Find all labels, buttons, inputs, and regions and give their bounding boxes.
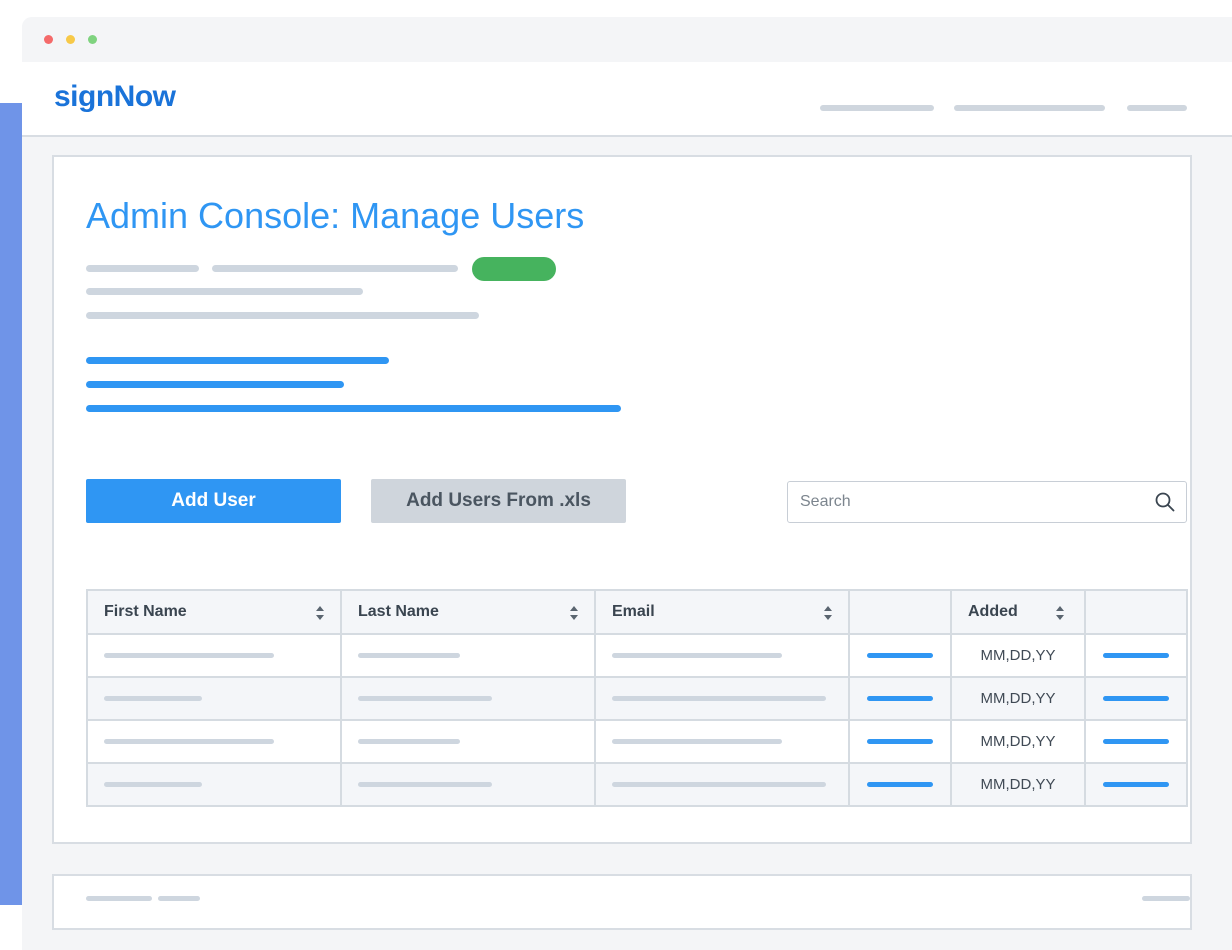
browser-window: signNow Admin Console: Manage Users Add …	[22, 17, 1232, 950]
email-placeholder	[612, 782, 826, 787]
footer-link-placeholder[interactable]	[86, 896, 152, 901]
link-placeholder[interactable]	[86, 381, 344, 388]
row-action-link[interactable]	[867, 739, 933, 744]
added-date-cell: MM,DD,YY	[950, 676, 1086, 721]
table-row[interactable]: MM,DD,YY	[86, 762, 1188, 807]
column-header-label: Last Name	[358, 603, 439, 620]
first-name-placeholder	[104, 653, 274, 658]
table-row[interactable]: MM,DD,YY	[86, 676, 1188, 721]
last-name-cell	[340, 633, 596, 678]
row-action-link[interactable]	[867, 653, 933, 658]
first-name-cell	[86, 633, 342, 678]
first-name-placeholder	[104, 696, 202, 701]
email-cell	[594, 676, 850, 721]
text-placeholder	[212, 265, 458, 272]
first-name-placeholder	[104, 739, 274, 744]
email-placeholder	[612, 653, 782, 658]
last-name-placeholder	[358, 782, 492, 787]
row-action-link[interactable]	[1103, 653, 1169, 658]
row-action-link[interactable]	[867, 696, 933, 701]
column-header-label: First Name	[104, 603, 187, 620]
search-icon[interactable]	[1154, 491, 1176, 513]
status-badge	[472, 257, 556, 281]
column-header-added[interactable]: Added	[950, 589, 1086, 635]
row-action-link[interactable]	[1103, 739, 1169, 744]
email-cell	[594, 762, 850, 807]
column-header-first-name[interactable]: First Name	[86, 589, 342, 635]
added-date-cell: MM,DD,YY	[950, 719, 1086, 764]
column-header-label: Email	[612, 603, 655, 620]
last-name-placeholder	[358, 696, 492, 701]
text-placeholder	[86, 312, 479, 319]
table-header-row: First Name Last Name Email Added	[86, 589, 1188, 635]
first-name-cell	[86, 719, 342, 764]
column-header-action-1	[848, 589, 952, 635]
window-close-dot[interactable]	[44, 35, 53, 44]
sort-icon[interactable]	[570, 606, 578, 620]
row-action-link[interactable]	[867, 782, 933, 787]
action-cell	[848, 676, 952, 721]
last-name-cell	[340, 676, 596, 721]
action-cell	[848, 762, 952, 807]
action-cell	[1084, 719, 1188, 764]
users-table: First Name Last Name Email Added MM,DD,Y…	[86, 589, 1188, 807]
text-placeholder	[86, 288, 363, 295]
window-minimize-dot[interactable]	[66, 35, 75, 44]
row-action-link[interactable]	[1103, 696, 1169, 701]
sort-icon[interactable]	[824, 606, 832, 620]
nav-link-placeholder-2[interactable]	[954, 105, 1105, 111]
signnow-logo[interactable]: signNow	[54, 80, 176, 114]
email-placeholder	[612, 696, 826, 701]
search-input[interactable]	[800, 490, 1130, 514]
last-name-placeholder	[358, 739, 460, 744]
footer-panel	[52, 874, 1192, 930]
text-placeholder	[86, 265, 199, 272]
action-cell	[1084, 633, 1188, 678]
link-placeholder[interactable]	[86, 357, 389, 364]
add-users-from-xls-button[interactable]: Add Users From .xls	[371, 479, 626, 523]
row-action-link[interactable]	[1103, 782, 1169, 787]
column-header-action-2	[1084, 589, 1188, 635]
email-cell	[594, 633, 850, 678]
first-name-cell	[86, 676, 342, 721]
search-box[interactable]	[787, 481, 1187, 523]
admin-console-panel: Admin Console: Manage Users Add User Add…	[52, 155, 1192, 844]
last-name-placeholder	[358, 653, 460, 658]
column-header-email[interactable]: Email	[594, 589, 850, 635]
add-user-button[interactable]: Add User	[86, 479, 341, 523]
page-title: Admin Console: Manage Users	[86, 195, 585, 236]
last-name-cell	[340, 719, 596, 764]
window-maximize-dot[interactable]	[88, 35, 97, 44]
footer-link-placeholder[interactable]	[158, 896, 200, 901]
link-placeholder[interactable]	[86, 405, 621, 412]
first-name-placeholder	[104, 782, 202, 787]
last-name-cell	[340, 762, 596, 807]
table-row[interactable]: MM,DD,YY	[86, 719, 1188, 764]
column-header-label: Added	[968, 603, 1018, 620]
action-cell	[848, 633, 952, 678]
window-titlebar	[22, 17, 1232, 62]
action-cell	[848, 719, 952, 764]
column-header-last-name[interactable]: Last Name	[340, 589, 596, 635]
email-placeholder	[612, 739, 782, 744]
background-accent-strip	[0, 103, 24, 905]
added-date-cell: MM,DD,YY	[950, 633, 1086, 678]
table-row[interactable]: MM,DD,YY	[86, 633, 1188, 678]
nav-link-placeholder-3[interactable]	[1127, 105, 1187, 111]
email-cell	[594, 719, 850, 764]
nav-link-placeholder-1[interactable]	[820, 105, 934, 111]
footer-link-placeholder[interactable]	[1142, 896, 1190, 901]
sort-icon[interactable]	[316, 606, 324, 620]
added-date-cell: MM,DD,YY	[950, 762, 1086, 807]
sort-icon[interactable]	[1056, 606, 1064, 620]
action-cell	[1084, 762, 1188, 807]
app-header: signNow	[22, 62, 1232, 137]
first-name-cell	[86, 762, 342, 807]
action-cell	[1084, 676, 1188, 721]
